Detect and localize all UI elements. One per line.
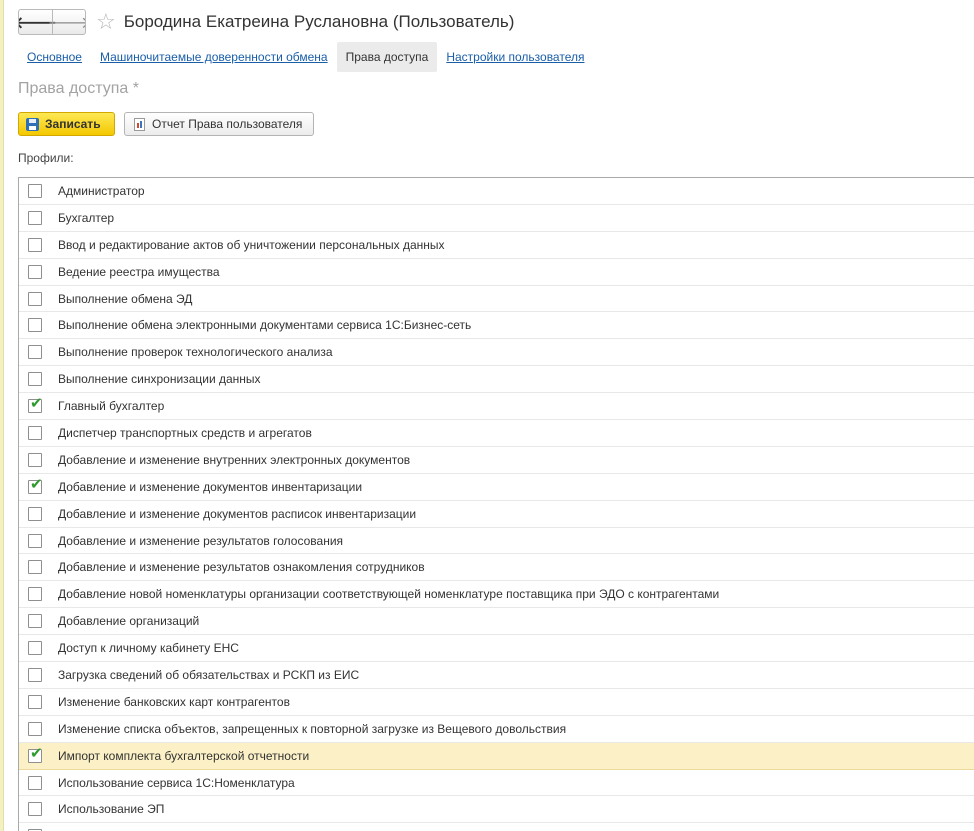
profile-label: Добавление организаций bbox=[58, 614, 200, 629]
profile-label: Добавление новой номенклатуры организаци… bbox=[58, 587, 720, 602]
arrow-right-icon: 🡒 bbox=[48, 12, 85, 33]
profile-row[interactable]: Использование сервиса 1С:Номенклатура bbox=[19, 770, 974, 797]
profile-label: Импорт комплекта бухгалтерской отчетност… bbox=[58, 748, 310, 763]
profiles-list: Администратор Бухгалтер Ввод и редактирова… bbox=[18, 177, 974, 831]
profile-label: Доступ к личному кабинету ЕНС bbox=[58, 641, 239, 656]
tab-bar: Основное Машиночитаемые доверенности обм… bbox=[18, 42, 593, 72]
profile-checkbox[interactable] bbox=[28, 641, 42, 656]
profile-checkbox[interactable] bbox=[28, 372, 42, 387]
profile-checkbox[interactable] bbox=[28, 264, 42, 279]
profile-label: Изменение списка объектов, запрещенных к… bbox=[58, 721, 567, 736]
report-button-label: Отчет Права пользователя bbox=[152, 117, 303, 131]
profile-checkbox[interactable] bbox=[28, 587, 42, 602]
profile-label: Администратор bbox=[58, 183, 145, 198]
profile-checkbox[interactable]: ✔ bbox=[28, 744, 43, 763]
profile-label: Бухгалтер bbox=[58, 210, 115, 225]
forward-button[interactable]: 🡒 bbox=[48, 10, 85, 34]
profile-label: Добавление и изменение внутренних электр… bbox=[58, 452, 411, 467]
profile-row[interactable]: Добавление и изменение результатов голос… bbox=[19, 528, 974, 555]
profile-checkbox[interactable] bbox=[28, 721, 42, 736]
star-icon[interactable]: ☆ bbox=[96, 10, 116, 34]
profile-row[interactable]: Бухгалтер bbox=[19, 205, 974, 232]
report-icon bbox=[134, 117, 145, 131]
profile-label: Ведение реестра имущества bbox=[58, 264, 220, 279]
profile-label: Добавление и изменение документов распис… bbox=[58, 506, 417, 521]
user-rights-report-button[interactable]: Отчет Права пользователя bbox=[124, 112, 314, 136]
profile-checkbox[interactable] bbox=[28, 614, 42, 629]
profile-row[interactable]: Добавление и изменение документов распис… bbox=[19, 501, 974, 528]
profile-label: Использование ЭП bbox=[58, 802, 165, 817]
profile-checkbox[interactable] bbox=[28, 237, 42, 252]
profile-row[interactable]: Администратор bbox=[19, 178, 974, 205]
checkmark-icon: ✔ bbox=[30, 475, 43, 493]
header: 🡐 🡒 ☆ Бородина Екатреина Руслановна (Пол… bbox=[18, 8, 514, 36]
profile-checkbox[interactable] bbox=[28, 345, 42, 360]
profile-checkbox[interactable] bbox=[28, 452, 42, 467]
profile-checkbox[interactable]: ✔ bbox=[28, 395, 43, 414]
page: 🡐 🡒 ☆ Бородина Екатреина Руслановна (Пол… bbox=[0, 0, 974, 831]
profile-label: Выполнение обмена ЭД bbox=[58, 291, 193, 306]
profile-row[interactable]: Добавление новой номенклатуры организаци… bbox=[19, 581, 974, 609]
profile-row[interactable]: ✔ Импорт комплекта бухгалтерской отчетнос… bbox=[19, 742, 974, 770]
left-accent-bar bbox=[0, 0, 4, 831]
tab-main[interactable]: Основное bbox=[18, 42, 91, 72]
profile-checkbox[interactable] bbox=[28, 210, 42, 225]
profile-label: Добавление и изменение документов инвент… bbox=[58, 479, 363, 494]
profile-row[interactable]: Диспетчер транспортных средств и агрегат… bbox=[19, 420, 974, 447]
profile-checkbox[interactable]: ✔ bbox=[28, 475, 43, 494]
profile-label: Выполнение обмена электронными документа… bbox=[58, 318, 472, 333]
profile-checkbox[interactable] bbox=[28, 425, 42, 440]
profile-label: Главный бухгалтер bbox=[58, 399, 165, 414]
profile-row[interactable]: Использование ЭП bbox=[19, 796, 974, 824]
navigation-group: 🡐 🡒 bbox=[18, 9, 86, 35]
profile-row[interactable]: Выполнение синхронизации данных bbox=[19, 366, 974, 394]
floppy-disk-icon bbox=[26, 117, 39, 131]
tab-machine-readable-powers[interactable]: Машиночитаемые доверенности обмена bbox=[91, 42, 337, 72]
profile-row[interactable]: ✔ Главный бухгалтер bbox=[19, 393, 974, 421]
profile-row[interactable]: Изменение банковских карт контрагентов bbox=[19, 689, 974, 716]
checkmark-icon: ✔ bbox=[30, 744, 43, 762]
profile-row[interactable]: Добавление и изменение внутренних электр… bbox=[19, 447, 974, 474]
tab-access-rights[interactable]: Права доступа bbox=[336, 42, 438, 72]
section-title: Права доступа * bbox=[18, 80, 139, 97]
profile-checkbox[interactable] bbox=[28, 183, 42, 198]
profile-label: Ввод и редактирование актов об уничтожен… bbox=[58, 237, 445, 252]
profile-row[interactable]: Доступ к личному кабинету ЕНС bbox=[19, 635, 974, 663]
profile-row[interactable]: Выполнение проверок технологического ана… bbox=[19, 339, 974, 367]
profile-row[interactable]: Ввод и редактирование актов об уничтожен… bbox=[19, 232, 974, 259]
save-button[interactable]: Записать bbox=[18, 112, 115, 136]
profile-label: Выполнение синхронизации данных bbox=[58, 372, 261, 387]
profile-row[interactable] bbox=[19, 823, 974, 831]
profiles-label: Профили: bbox=[18, 151, 74, 165]
profile-checkbox[interactable] bbox=[28, 694, 42, 709]
profile-row[interactable]: Добавление и изменение результатов ознак… bbox=[19, 554, 974, 582]
profile-checkbox[interactable] bbox=[28, 291, 42, 306]
page-title: Бородина Екатреина Руслановна (Пользоват… bbox=[123, 12, 515, 31]
profile-row[interactable]: Выполнение обмена ЭД bbox=[19, 286, 974, 313]
profile-row[interactable]: Загрузка сведений об обязательствах и РС… bbox=[19, 662, 974, 689]
profile-label: Загрузка сведений об обязательствах и РС… bbox=[58, 667, 360, 682]
profile-checkbox[interactable] bbox=[28, 802, 42, 817]
profile-label: Добавление и изменение результатов ознак… bbox=[58, 560, 425, 575]
profile-checkbox[interactable] bbox=[28, 533, 42, 548]
profile-row[interactable]: Выполнение обмена электронными документа… bbox=[19, 312, 974, 340]
checkmark-icon: ✔ bbox=[30, 395, 43, 413]
profile-label: Изменение банковских карт контрагентов bbox=[58, 694, 290, 709]
profile-row[interactable]: Изменение списка объектов, запрещенных к… bbox=[19, 716, 974, 743]
profile-checkbox[interactable] bbox=[28, 775, 42, 790]
profile-row[interactable]: ✔ Добавление и изменение документов инвен… bbox=[19, 474, 974, 501]
tab-user-settings[interactable]: Настройки пользователя bbox=[437, 42, 593, 72]
profile-checkbox[interactable] bbox=[28, 318, 42, 333]
profile-checkbox[interactable] bbox=[28, 506, 42, 521]
profile-label: Диспетчер транспортных средств и агрегат… bbox=[58, 425, 312, 440]
profile-label: Добавление и изменение результатов голос… bbox=[58, 533, 344, 548]
profile-row[interactable]: Ведение реестра имущества bbox=[19, 259, 974, 286]
toolbar: Записать Отчет Права пользователя bbox=[18, 112, 314, 136]
profile-label: Использование сервиса 1С:Номенклатура bbox=[58, 775, 295, 790]
profile-checkbox[interactable] bbox=[28, 560, 42, 575]
profile-label: Выполнение проверок технологического ана… bbox=[58, 345, 333, 360]
save-button-label: Записать bbox=[45, 117, 101, 131]
profile-checkbox[interactable] bbox=[28, 667, 42, 682]
profile-row[interactable]: Добавление организаций bbox=[19, 608, 974, 636]
